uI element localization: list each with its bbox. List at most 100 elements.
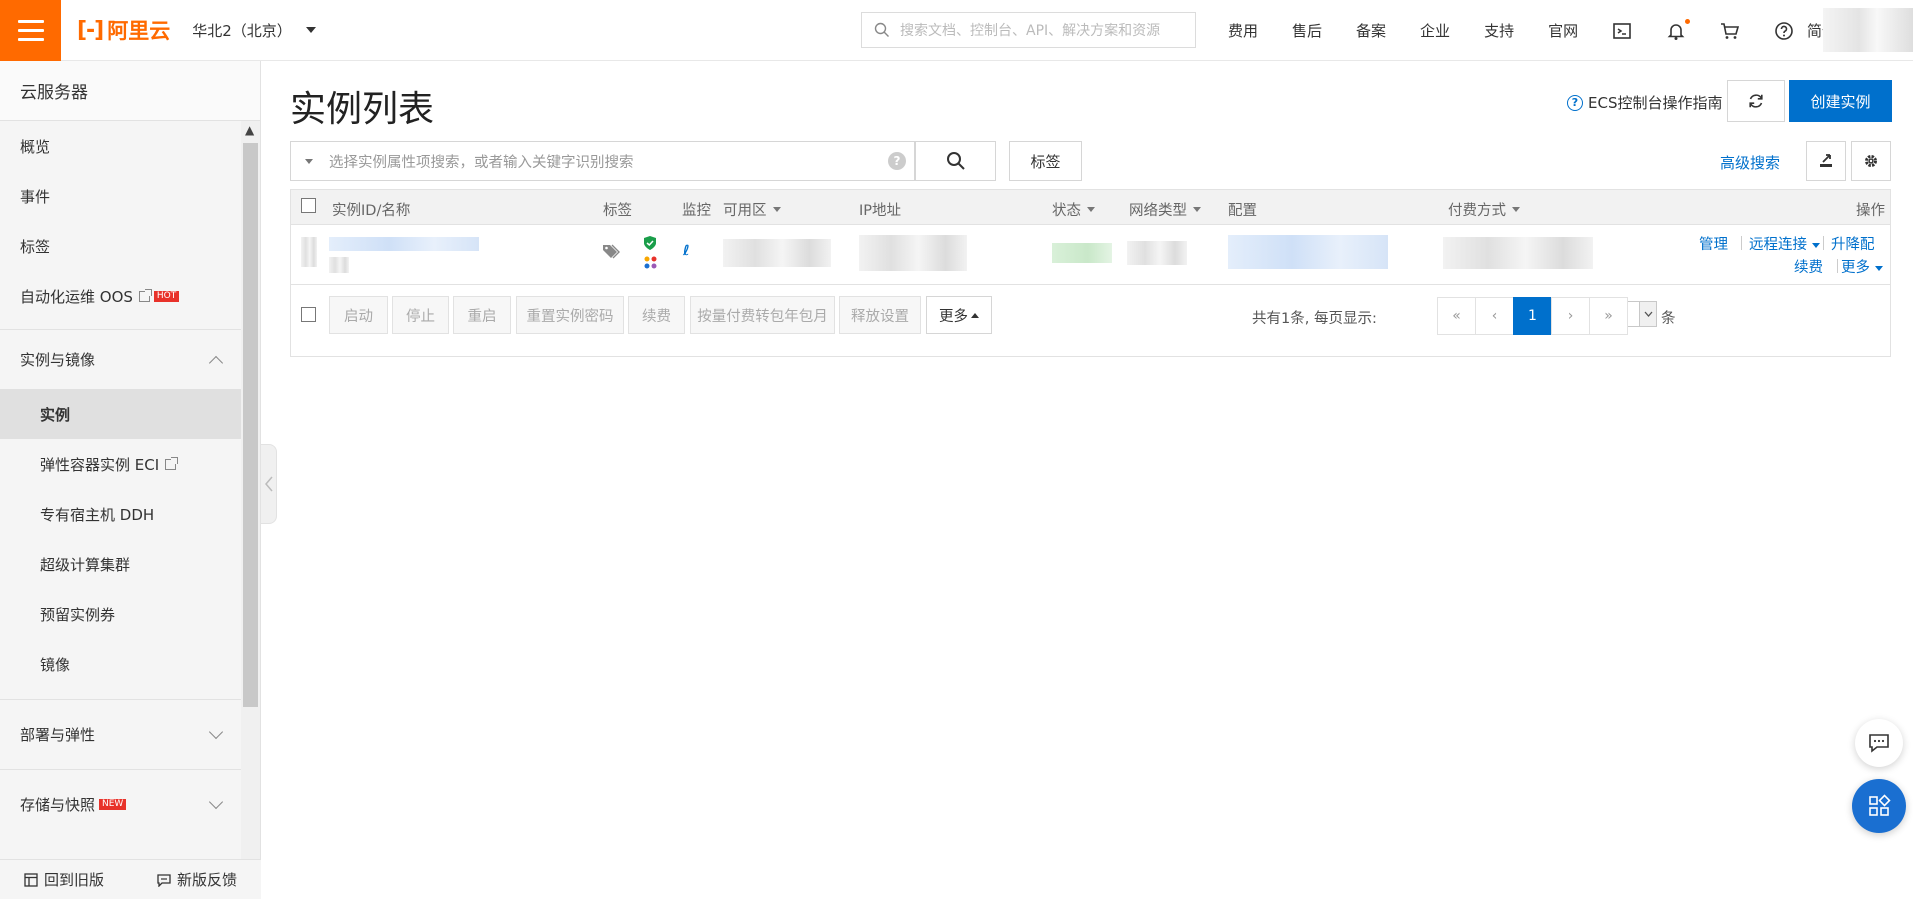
chevron-down-icon (208, 724, 224, 739)
tag-icon[interactable] (602, 243, 620, 263)
filter-caret-icon (1087, 207, 1095, 212)
export-button[interactable] (1806, 141, 1846, 181)
refresh-button[interactable] (1727, 80, 1785, 122)
chat-assistant-button[interactable] (1855, 719, 1903, 767)
top-link-enterprise[interactable]: 企业 (1420, 20, 1450, 41)
column-header-config: 配置 (1228, 203, 1257, 219)
more-actions-link[interactable]: 更多 (1841, 256, 1883, 277)
feedback-label: 新版反馈 (176, 871, 237, 889)
reset-password-button[interactable]: 重置实例密码 (516, 296, 624, 334)
chevron-up-icon (208, 355, 224, 370)
renew-button[interactable]: 续费 (628, 296, 685, 334)
filter-help-icon[interactable]: ? (888, 152, 906, 170)
instance-name-redacted (329, 257, 349, 273)
bulk-more-button[interactable]: 更多 (926, 296, 992, 334)
chevron-left-icon (264, 476, 273, 492)
sidebar-item-overview[interactable]: 概览 (0, 121, 241, 171)
sidebar-group-storage-snapshots[interactable]: 存储与快照 NEW (0, 769, 241, 839)
last-page-button[interactable]: » (1589, 297, 1628, 335)
sidebar-scrollbar[interactable]: ▲ (241, 121, 260, 871)
top-link-fees[interactable]: 费用 (1228, 20, 1258, 41)
hamburger-menu-button[interactable] (0, 0, 61, 61)
prev-page-button[interactable]: ‹ (1475, 297, 1514, 335)
instance-id-redacted[interactable] (329, 237, 479, 251)
sidebar-item-scc[interactable]: 超级计算集群 (0, 539, 241, 589)
sidebar-item-eci[interactable]: 弹性容器实例 ECI (0, 439, 241, 489)
top-links: 费用 售后 备案 企业 支持 官网 (1228, 0, 1828, 61)
filter-dropdown-caret-icon[interactable] (305, 158, 313, 164)
renew-link[interactable]: 续费 (1794, 256, 1823, 277)
resize-config-link[interactable]: 升降配 (1831, 233, 1875, 254)
top-link-support[interactable]: 支持 (1484, 20, 1514, 41)
release-settings-button[interactable]: 释放设置 (839, 296, 921, 334)
sidebar-item-events[interactable]: 事件 (0, 171, 241, 221)
user-avatar[interactable] (1823, 8, 1913, 52)
stop-button[interactable]: 停止 (392, 296, 449, 334)
sidebar-item-reserved-instances[interactable]: 预留实例券 (0, 589, 241, 639)
terminal-icon[interactable] (1612, 21, 1632, 41)
column-header-status[interactable]: 状态 (1052, 199, 1095, 220)
bulk-select-checkbox[interactable] (301, 307, 316, 322)
create-instance-button[interactable]: 创建实例 (1789, 80, 1892, 122)
region-label: 华北2（北京） (192, 21, 292, 40)
column-header-network-label: 网络类型 (1129, 203, 1187, 219)
column-header-id-name[interactable]: 实例ID/名称 (332, 199, 410, 220)
column-header-network-type[interactable]: 网络类型 (1129, 199, 1201, 220)
page-button-1[interactable]: 1 (1513, 297, 1552, 335)
sidebar-item-tags[interactable]: 标签 (0, 221, 241, 271)
feedback-link[interactable]: 新版反馈 (157, 869, 237, 890)
region-selector[interactable]: 华北2（北京） (192, 20, 316, 41)
top-link-aftersales[interactable]: 售后 (1292, 20, 1322, 41)
top-link-official-site[interactable]: 官网 (1548, 20, 1578, 41)
sidebar-group-instances-images[interactable]: 实例与镜像 (0, 329, 241, 389)
restart-button[interactable]: 重启 (453, 296, 511, 334)
aliyun-logo[interactable]: [-] 阿里云 (77, 15, 170, 45)
caret-down-icon (305, 27, 316, 33)
external-link-icon (165, 456, 179, 470)
scroll-up-arrow-icon[interactable]: ▲ (245, 123, 254, 137)
column-header-zone[interactable]: 可用区 (723, 199, 781, 220)
action-separator (1837, 259, 1838, 273)
page-size-dropdown-icon (1639, 302, 1656, 326)
next-page-button[interactable]: › (1551, 297, 1590, 335)
ecs-console-guide-link[interactable]: ? ECS控制台操作指南 (1567, 92, 1722, 113)
menu-bar-icon (17, 28, 44, 32)
top-link-icp-filing[interactable]: 备案 (1356, 20, 1386, 41)
start-button[interactable]: 启动 (329, 296, 388, 334)
sidebar-item-images[interactable]: 镜像 (0, 639, 241, 689)
more-actions-label: 更多 (1841, 260, 1870, 276)
security-shield-icon[interactable] (643, 235, 657, 255)
table-settings-button[interactable] (1851, 141, 1891, 181)
advanced-search-link[interactable]: 高级搜索 (1720, 152, 1780, 173)
cloud-monitor-icon[interactable] (643, 255, 658, 274)
select-all-checkbox[interactable] (301, 198, 316, 213)
tag-filter-button[interactable]: 标签 (1009, 141, 1082, 181)
global-search-input[interactable]: 搜索文档、控制台、API、解决方案和资源 (861, 12, 1196, 48)
sidebar-collapse-handle[interactable] (261, 444, 277, 524)
sidebar-group-label-wrap: 存储与快照 NEW (20, 794, 127, 815)
column-header-billing[interactable]: 付费方式 (1448, 199, 1520, 220)
sidebar-scrollbar-thumb[interactable] (243, 143, 258, 707)
help-icon[interactable] (1774, 21, 1794, 41)
sidebar-group-deploy-elasticity[interactable]: 部署与弹性 (0, 699, 241, 769)
remote-connect-link[interactable]: 远程连接 (1749, 233, 1820, 254)
sidebar-item-instances[interactable]: 实例 (0, 389, 241, 439)
convert-to-subscription-button[interactable]: 按量付费转包年包月 (690, 296, 835, 334)
sidebar-item-label: 弹性容器实例 ECI (40, 455, 160, 474)
per-page-unit: 条 (1661, 311, 1676, 327)
filter-placeholder: 选择实例属性项搜索，或者输入关键字识别搜索 (329, 154, 634, 171)
monitor-chart-icon[interactable]: ℓ (683, 243, 690, 259)
manage-link[interactable]: 管理 (1699, 233, 1728, 254)
table-header: 实例ID/名称 标签 监控 可用区 IP地址 状态 网络类型 配置 付费方式 操… (291, 190, 1890, 225)
cart-icon[interactable] (1720, 21, 1740, 41)
sidebar-item-oos[interactable]: 自动化运维 OOS HOT (0, 271, 241, 321)
instance-filter-input[interactable]: 选择实例属性项搜索，或者输入关键字识别搜索 ? (290, 141, 915, 181)
row-checkbox-redacted[interactable] (301, 237, 317, 267)
first-page-button[interactable]: « (1437, 297, 1476, 335)
back-to-old-version-link[interactable]: 回到旧版 (24, 869, 104, 890)
search-button[interactable] (915, 141, 996, 181)
sidebar-item-ddh[interactable]: 专有宿主机 DDH (0, 489, 241, 539)
quick-apps-button[interactable] (1852, 779, 1906, 833)
bell-icon[interactable] (1666, 18, 1691, 41)
hot-badge: HOT (153, 290, 180, 302)
